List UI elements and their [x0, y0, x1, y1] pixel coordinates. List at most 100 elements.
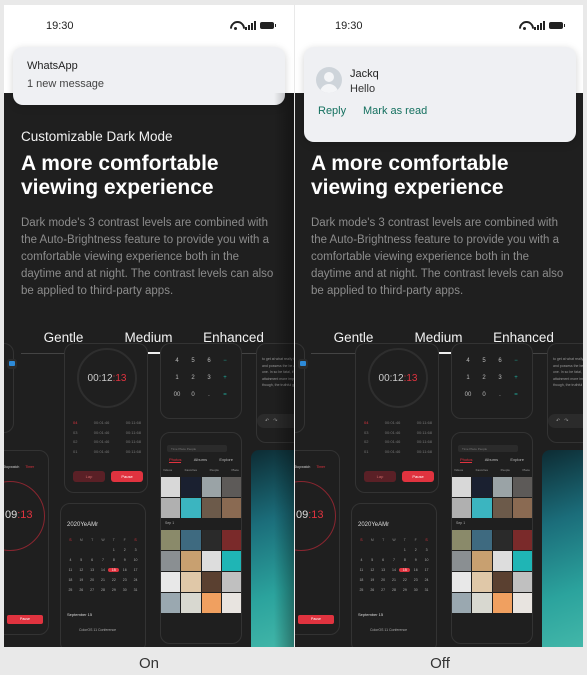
lap-number: 03	[364, 429, 369, 435]
edge-card	[4, 343, 17, 433]
calendar-day: 27	[90, 588, 95, 592]
timer-time-accent: :13	[308, 509, 324, 521]
lap-split: 00:01:46	[384, 448, 401, 454]
lap-split: 00:01:46	[93, 439, 110, 444]
timer-tab: Timer	[25, 465, 35, 469]
photo-thumb	[492, 551, 512, 571]
photo-thumb	[452, 593, 472, 613]
photo-thumb	[492, 530, 512, 550]
photo-thumb	[472, 498, 492, 518]
calendar-day: 16	[413, 568, 418, 572]
calculator-keypad: 4 5 6 − 1 2 3 + 00 0 . =	[460, 358, 524, 398]
signal-icon	[245, 21, 256, 30]
timer-tab: Stopwatch	[295, 465, 311, 469]
calendar-day: 19	[370, 578, 375, 582]
notification-sender: Jackq	[350, 68, 379, 80]
calendar-day: 26	[370, 588, 375, 592]
reply-button[interactable]: Reply	[318, 105, 346, 117]
photo-thumb	[181, 530, 201, 550]
status-icons	[230, 21, 276, 30]
app-icon	[298, 359, 308, 369]
photo-thumb	[201, 477, 221, 497]
calc-key: .	[499, 392, 501, 398]
stopwatch-time: 00:12	[378, 372, 404, 384]
calc-key: 1	[466, 375, 470, 381]
lap-row: 04 00:01:46 00:11:68	[364, 420, 432, 430]
timer-pause-button: Pause	[7, 615, 43, 624]
feature-content: Customizable Dark Mode A more comfortabl…	[311, 129, 569, 300]
photos-category: Favorites	[184, 468, 198, 472]
calendar-weekday: S	[69, 538, 72, 542]
notification-whatsapp[interactable]: WhatsApp 1 new message	[13, 47, 285, 105]
lap-number: 04	[364, 420, 369, 425]
calc-key: 2	[191, 375, 195, 381]
calendar-day: 2	[123, 548, 126, 552]
timer-time-accent: :13	[17, 509, 33, 521]
stopwatch-mockup: 00:12:13 04 00:01:46 00:11:68 03 00:01:46 00…	[355, 343, 439, 493]
photo-thumb	[161, 551, 181, 571]
photo-thumb	[472, 530, 492, 550]
wifi-icon	[519, 21, 530, 30]
calc-key: 3	[498, 375, 502, 381]
calculator-keypad: 4 5 6 − 1 2 3 + 00 0 . =	[169, 358, 233, 398]
caption-on: On	[138, 655, 159, 672]
calc-key: 1	[175, 375, 179, 381]
lap-total: 00:11:68	[416, 420, 432, 425]
notification-message: Hello	[350, 83, 376, 95]
calendar-day: 29	[402, 588, 407, 592]
calendar-day: 27	[381, 588, 386, 592]
status-time: 19:30	[335, 20, 363, 32]
lap-split: 00:01:46	[384, 439, 401, 444]
photo-thumb	[452, 530, 472, 550]
stopwatch-mockup: 00:12:13 04 00:01:46 00:11:68 03 00:01:46 00…	[64, 343, 148, 493]
calendar-day: 12	[79, 568, 84, 572]
calendar-day: 6	[91, 558, 94, 562]
lap-total: 00:11:68	[125, 420, 141, 425]
calendar-weekday: W	[101, 538, 105, 542]
calendar-day: 24	[424, 578, 429, 582]
lap-list: 04 00:01:46 00:11:68 03 00:01:46 00:11:68 02…	[364, 420, 432, 458]
photo-thumb	[221, 593, 241, 613]
photo-thumb	[512, 477, 532, 497]
photos-tab: Explore	[510, 457, 524, 462]
calendar-day: 13	[381, 568, 386, 572]
calendar-day: 9	[123, 558, 126, 562]
photos-search: Time Place People	[167, 445, 227, 452]
photos-mockup: Time Place People Photos Albums Explore …	[451, 432, 533, 644]
pause-button: Pause	[111, 471, 143, 482]
photo-thumb	[221, 551, 241, 571]
calc-key: 5	[482, 358, 486, 364]
lap-total: 00:11:68	[125, 439, 141, 444]
calendar-day: 25	[359, 588, 364, 592]
mark-as-read-button[interactable]: Mark as read	[363, 105, 427, 117]
photo-thumb	[161, 593, 181, 613]
calendar-day	[87, 548, 98, 552]
lap-row: 03 00:01:46 00:11:68	[73, 430, 141, 440]
calendar-day: 19	[79, 578, 84, 582]
calculator-mockup: 4 5 6 − 1 2 3 + 00 0 . =	[160, 343, 242, 419]
lap-row: 02 00:01:46 00:11:68	[73, 439, 141, 449]
notes-text: to get at what really is close to and po…	[553, 357, 583, 387]
calendar-event: ColorOS 11 Conference	[370, 628, 408, 632]
calendar-day: 3	[134, 548, 137, 552]
lap-split: 00:01:46	[93, 420, 110, 425]
wallpaper-preview	[542, 450, 583, 647]
photo-thumb	[452, 572, 472, 592]
photo-thumb	[161, 530, 181, 550]
calendar-day	[367, 548, 378, 552]
photo-thumb	[221, 477, 241, 497]
photo-thumb	[181, 551, 201, 571]
calendar-weekday: T	[112, 538, 115, 542]
calendar-day: 21	[392, 578, 396, 582]
lap-split: 00:01:46	[384, 429, 401, 435]
notification-chat[interactable]: Jackq Hello Reply Mark as read	[304, 47, 576, 142]
photo-grid: Sep 1	[452, 477, 532, 613]
calendar-day: 13	[90, 568, 95, 572]
calculator-mockup: 4 5 6 − 1 2 3 + 00 0 . =	[451, 343, 533, 419]
calendar-event: ColorOS 11 Conference	[79, 628, 117, 632]
stopwatch-time-accent: :13	[112, 372, 127, 384]
photo-thumb	[512, 551, 532, 571]
signal-icon	[534, 21, 545, 30]
timer-time: 09:13	[296, 509, 324, 521]
photo-thumb	[452, 551, 472, 571]
